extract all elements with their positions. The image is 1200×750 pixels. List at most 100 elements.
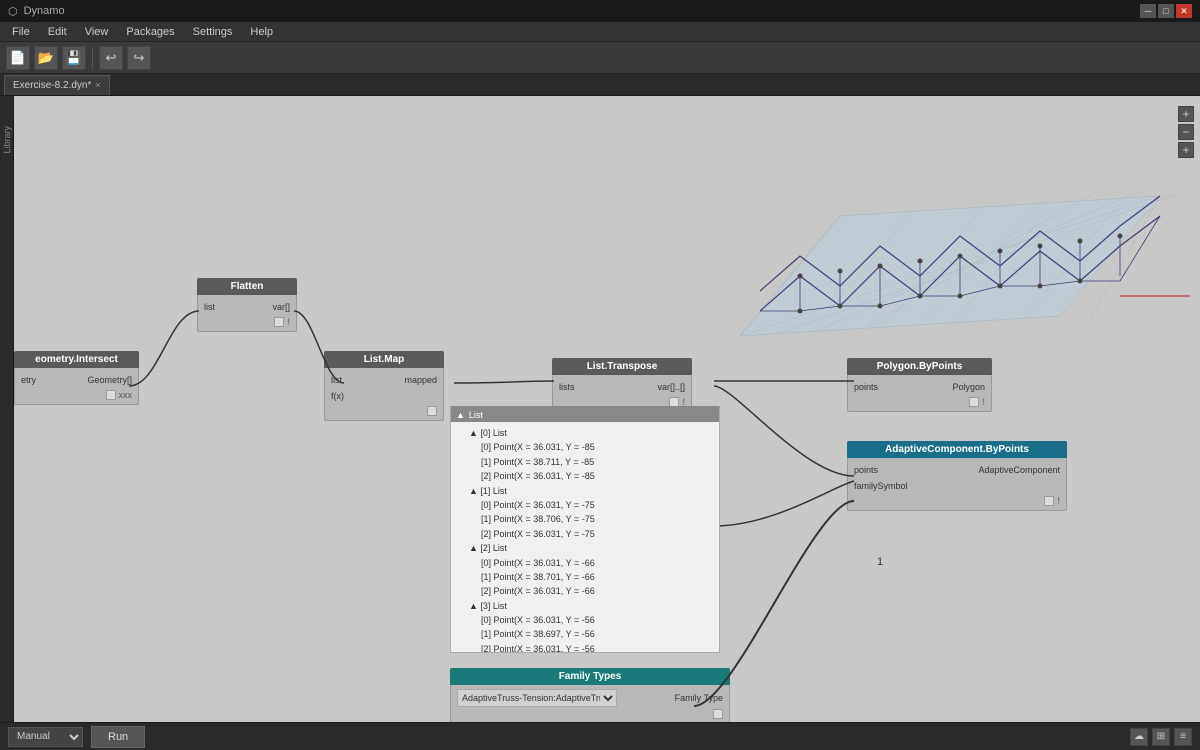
3d-viewport [640, 96, 1200, 376]
node-footer-listmap [331, 404, 437, 416]
node-geometry-intersect[interactable]: eometry.Intersect etry Geometry[] xxx [14, 351, 139, 405]
menu-view[interactable]: View [77, 24, 117, 40]
family-type-dropdown[interactable]: AdaptiveTruss-Tension:AdaptiveTruss-Tens… [457, 689, 617, 707]
preview-header: ▲ List [451, 408, 719, 422]
node-header-list-map: List.Map [324, 351, 444, 368]
menu-edit[interactable]: Edit [40, 24, 75, 40]
close-button[interactable]: ✕ [1176, 4, 1192, 18]
lacing-adaptive: ! [1057, 496, 1060, 506]
port-list-in: list [204, 302, 215, 312]
zoom-fit-button[interactable]: + [1178, 142, 1194, 158]
node-footer-polygon: ! [854, 395, 985, 407]
node-list-transpose[interactable]: List.Transpose lists var[]..[] ! [552, 358, 692, 412]
zoom-controls: + − + [1178, 106, 1194, 158]
node-row-polygon-ports: points Polygon [854, 379, 985, 395]
canvas[interactable]: eometry.Intersect etry Geometry[] xxx Fl… [14, 96, 1200, 722]
checkbox-polygon[interactable] [969, 397, 979, 407]
preview-item-11: [2] Point(X = 36.031, Y = -66 [457, 584, 713, 598]
preview-item-13: [0] Point(X = 36.031, Y = -56 [457, 613, 713, 627]
preview-item-12: ▲ [3] List [457, 599, 713, 613]
node-footer-adaptive: ! [854, 494, 1060, 506]
port-geometry-out: Geometry[] [87, 375, 132, 385]
toolbar: 📄 📂 💾 ↩ ↪ [0, 42, 1200, 74]
sidebar[interactable]: Library [0, 96, 14, 722]
redo-button[interactable]: ↪ [127, 46, 151, 70]
run-button[interactable]: Run [91, 726, 145, 748]
preview-item-8: ▲ [2] List [457, 541, 713, 555]
titlebar-left: ⬡ Dynamo [8, 5, 65, 18]
app-icon: ⬡ [8, 5, 18, 18]
statusbar: Manual Automatic Run ☁ ⊞ ≡ [0, 722, 1200, 750]
checkbox-family-types[interactable] [713, 709, 723, 719]
open-button[interactable]: 📂 [34, 46, 58, 70]
app-title: Dynamo [24, 5, 65, 17]
run-mode-select[interactable]: Manual Automatic [8, 727, 83, 747]
preview-item-0: ▲ [0] List [457, 426, 713, 440]
new-button[interactable]: 📄 [6, 46, 30, 70]
annotation-1: 1 [877, 556, 883, 568]
statusbar-icon-1[interactable]: ☁ [1130, 728, 1148, 746]
port-points-in-2: points [854, 465, 878, 475]
preview-collapse-icon[interactable]: ▲ [456, 410, 465, 420]
sidebar-library-label[interactable]: Library [2, 126, 12, 154]
statusbar-right: ☁ ⊞ ≡ [1130, 728, 1192, 746]
preview-item-15: [2] Point(X = 36.031, Y = -56 [457, 642, 713, 652]
node-row-transpose-ports: lists var[]..[] [559, 379, 685, 395]
menu-packages[interactable]: Packages [118, 24, 182, 40]
node-body-geometry: etry Geometry[] xxx [14, 368, 139, 405]
menu-file[interactable]: File [4, 24, 38, 40]
checkbox-adaptive[interactable] [1044, 496, 1054, 506]
preview-item-14: [1] Point(X = 38.697, Y = -56 [457, 627, 713, 641]
main-area: Library [0, 96, 1200, 722]
zoom-in-button[interactable]: + [1178, 106, 1194, 122]
preview-item-10: [1] Point(X = 38.701, Y = -66 [457, 570, 713, 584]
node-header-polygon: Polygon.ByPoints [847, 358, 992, 375]
statusbar-icon-3[interactable]: ≡ [1174, 728, 1192, 746]
maximize-button[interactable]: □ [1158, 4, 1174, 18]
node-polygon-bypoints[interactable]: Polygon.ByPoints points Polygon ! [847, 358, 992, 412]
preview-item-6: [1] Point(X = 38.706, Y = -75 [457, 512, 713, 526]
node-family-types[interactable]: Family Types AdaptiveTruss-Tension:Adapt… [450, 668, 730, 722]
tab-close-icon[interactable]: × [95, 80, 100, 90]
node-row-listmap-1: list mapped [331, 372, 437, 388]
tab-exercise[interactable]: Exercise-8.2.dyn* × [4, 75, 110, 95]
preview-item-7: [2] Point(X = 36.031, Y = -75 [457, 527, 713, 541]
node-header-adaptive: AdaptiveComponent.ByPoints [847, 441, 1067, 458]
port-lists: lists [559, 382, 575, 392]
port-points-in: points [854, 382, 878, 392]
port-polygon-out: Polygon [952, 382, 985, 392]
port-fx: f(x) [331, 391, 344, 401]
node-body-flatten: list var[] ! [197, 295, 297, 332]
minimize-button[interactable]: ─ [1140, 4, 1156, 18]
node-row-adaptive-2: familySymbol [854, 478, 1060, 494]
checkbox-listmap[interactable] [427, 406, 437, 416]
menu-help[interactable]: Help [242, 24, 281, 40]
lacing-geometry: xxx [119, 390, 133, 400]
port-adaptive-out: AdaptiveComponent [978, 465, 1060, 475]
undo-button[interactable]: ↩ [99, 46, 123, 70]
save-button[interactable]: 💾 [62, 46, 86, 70]
preview-content: ▲ [0] List [0] Point(X = 36.031, Y = -85… [451, 422, 719, 652]
node-footer-flatten: ! [204, 315, 290, 327]
node-row-flatten-ports: list var[] [204, 299, 290, 315]
lacing-flatten: ! [287, 317, 290, 327]
node-header-geometry: eometry.Intersect [14, 351, 139, 368]
preview-popup: ▲ List ▲ [0] List [0] Point(X = 36.031, … [450, 406, 720, 653]
checkbox-flatten[interactable] [274, 317, 284, 327]
node-row-listmap-2: f(x) [331, 388, 437, 404]
statusbar-icon-2[interactable]: ⊞ [1152, 728, 1170, 746]
checkbox-geometry[interactable] [106, 390, 116, 400]
node-list-map[interactable]: List.Map list mapped f(x) [324, 351, 444, 421]
titlebar-controls: ─ □ ✕ [1140, 4, 1192, 18]
node-row-family-types: AdaptiveTruss-Tension:AdaptiveTruss-Tens… [457, 689, 723, 707]
zoom-out-button[interactable]: − [1178, 124, 1194, 140]
port-list: list [331, 375, 342, 385]
node-flatten[interactable]: Flatten list var[] ! [197, 278, 297, 332]
menu-settings[interactable]: Settings [185, 24, 241, 40]
node-footer-geometry: xxx [21, 388, 132, 400]
tabbar: Exercise-8.2.dyn* × [0, 74, 1200, 96]
port-family-type-out: Family Type [675, 693, 723, 703]
titlebar: ⬡ Dynamo ─ □ ✕ [0, 0, 1200, 22]
node-body-adaptive: points AdaptiveComponent familySymbol ! [847, 458, 1067, 511]
node-adaptive-component[interactable]: AdaptiveComponent.ByPoints points Adapti… [847, 441, 1067, 511]
